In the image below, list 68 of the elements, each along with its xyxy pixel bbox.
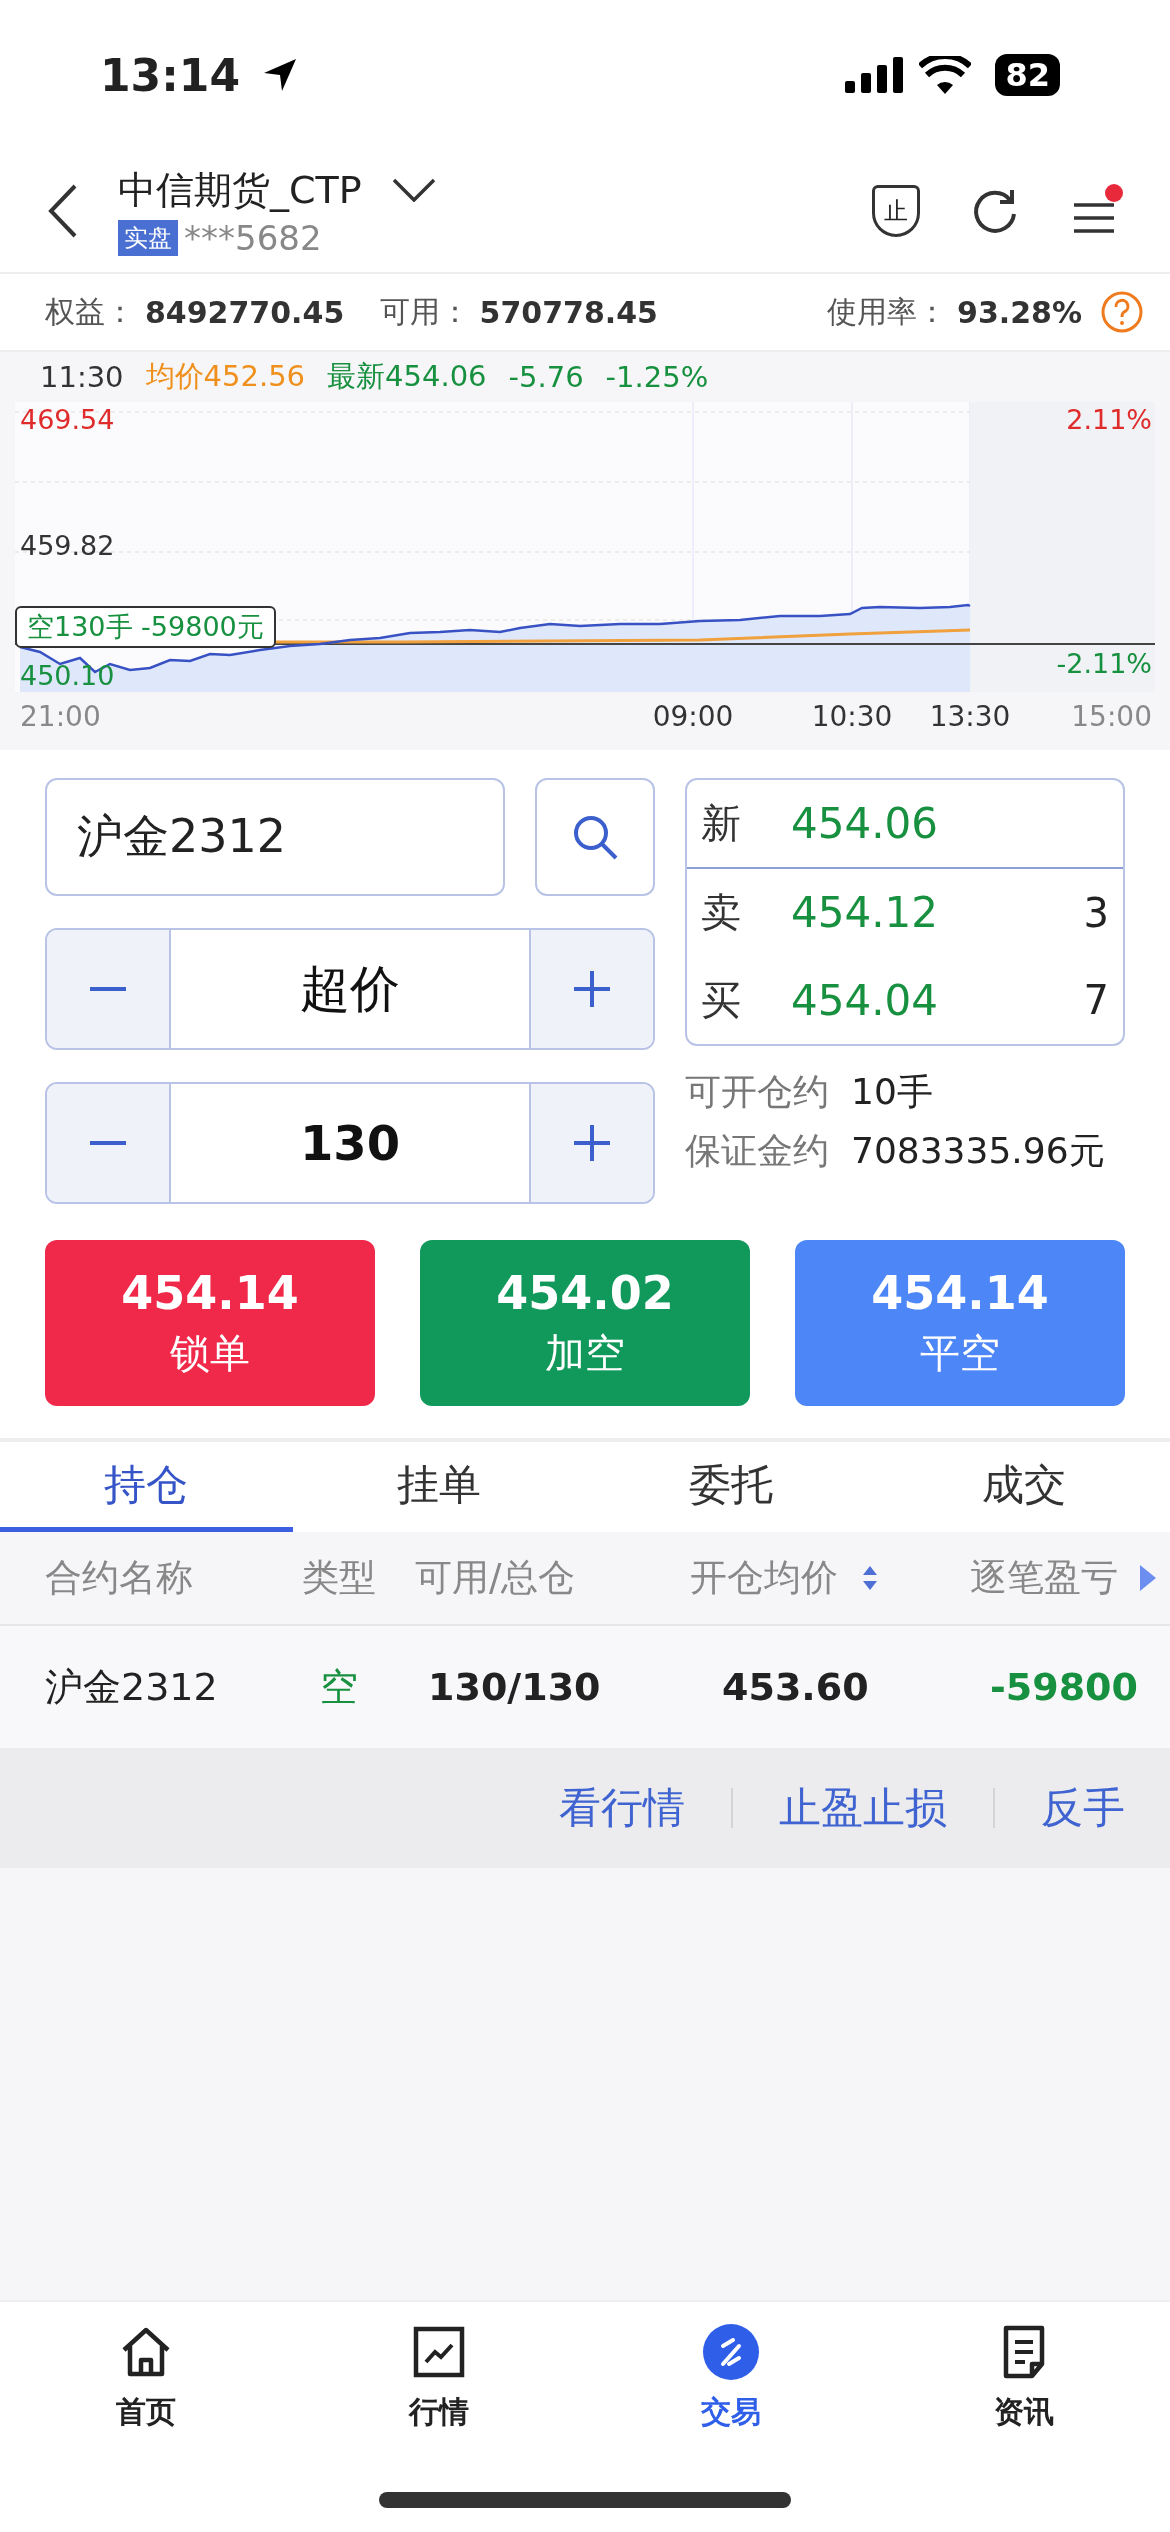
- time-axis-label: 13:30: [929, 700, 1011, 733]
- battery-indicator: 82: [995, 54, 1060, 96]
- quote-label: 新: [701, 799, 742, 849]
- row-action-link[interactable]: 反手: [1041, 1780, 1125, 1836]
- summary-label: 可用：: [379, 292, 470, 331]
- summary-label: 使用率：: [827, 292, 948, 331]
- live-badge: 实盘: [118, 219, 178, 256]
- column-header: 开仓均价: [690, 1555, 838, 1601]
- price-high-label: 469.54: [20, 404, 115, 435]
- plus-icon: [572, 1123, 612, 1163]
- row-action-link[interactable]: 止盈止损: [779, 1780, 947, 1836]
- wifi-icon: [919, 56, 972, 94]
- chart-time: 11:30: [40, 360, 124, 394]
- contract-field[interactable]: 沪金2312: [45, 778, 505, 896]
- price-change: -5.76: [508, 360, 584, 394]
- table-cell: 130/130: [428, 1665, 601, 1709]
- chevron-down-icon[interactable]: [391, 178, 436, 202]
- status-time: 13:14: [100, 49, 241, 101]
- scroll-right-icon[interactable]: [1138, 1563, 1158, 1593]
- latest-price: 最新454.06: [327, 358, 487, 395]
- quote-volume: 7: [1083, 977, 1109, 1024]
- order-button[interactable]: 454.02 加空: [420, 1240, 750, 1406]
- column-header: 逐笔盈亏: [970, 1555, 1118, 1601]
- estimate-value: 10手: [851, 1070, 933, 1114]
- average-price: 均价452.56: [145, 358, 306, 395]
- account-number: ***5682: [184, 217, 322, 258]
- signal-icon: [845, 57, 904, 93]
- back-icon[interactable]: [48, 183, 78, 239]
- percent-low-label: -2.11%: [1056, 648, 1152, 679]
- quote-label: 卖: [701, 888, 742, 938]
- summary-label: 权益：: [45, 292, 135, 331]
- column-header: 类型: [302, 1555, 376, 1601]
- quote-price: 454.04: [791, 975, 939, 1025]
- price-mid-label: 459.82: [20, 530, 115, 561]
- time-axis-label: 10:30: [811, 700, 893, 733]
- account-title[interactable]: 中信期货_CTP: [118, 164, 362, 216]
- estimate-value: 7083335.96元: [851, 1129, 1105, 1173]
- exchange-icon: [701, 2322, 762, 2382]
- percent-high-label: 2.11%: [1066, 404, 1152, 435]
- price-low-label: 450.10: [20, 660, 115, 691]
- order-button[interactable]: 454.14 锁单: [45, 1240, 375, 1406]
- quote-volume: 3: [1083, 890, 1109, 936]
- position-marker: 空130手 -59800元: [15, 606, 276, 648]
- table-cell: -59800: [990, 1665, 1138, 1709]
- quote-label: 买: [701, 975, 742, 1025]
- help-icon[interactable]: [1100, 290, 1144, 334]
- time-axis-label: 15:00: [1071, 700, 1152, 733]
- table-cell-text: 空: [320, 1663, 358, 1711]
- table-cell: 453.60: [722, 1665, 869, 1709]
- estimate-label: 保证金约: [685, 1129, 829, 1173]
- quote-price: 454.12: [791, 888, 939, 938]
- quote-price: 454.06: [791, 799, 939, 849]
- percent-change: -1.25%: [605, 360, 709, 394]
- row-action-link[interactable]: 看行情: [559, 1780, 685, 1836]
- time-axis-label: 09:00: [652, 700, 734, 733]
- shield-icon[interactable]: 止: [872, 185, 920, 237]
- time-axis-label: 21:00: [20, 700, 101, 733]
- plus-icon: [572, 969, 612, 1009]
- summary-value: 8492770.45: [145, 294, 345, 330]
- column-header: 可用/总仓: [415, 1555, 576, 1601]
- column-header: 合约名称: [45, 1555, 193, 1601]
- summary-value: 570778.45: [479, 294, 658, 330]
- minus-icon: [88, 986, 128, 992]
- summary-value: 93.28%: [957, 294, 1082, 330]
- table-cell-text: 沪金2312: [45, 1663, 218, 1711]
- minus-icon: [88, 1140, 128, 1146]
- estimate-label: 可开仓约: [685, 1070, 829, 1114]
- search-button[interactable]: [535, 778, 655, 896]
